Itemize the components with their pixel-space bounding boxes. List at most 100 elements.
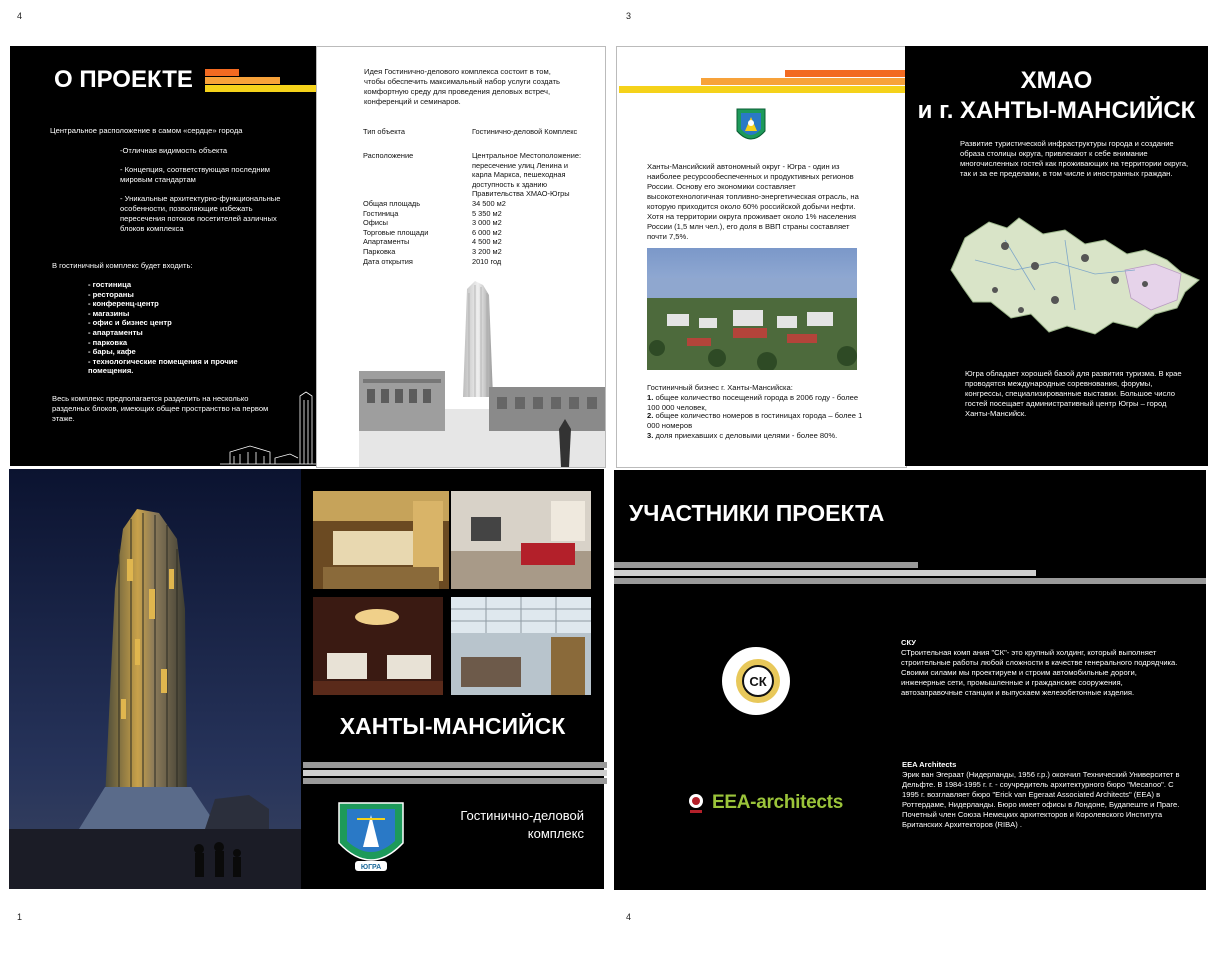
list-item: - конференц-центр (88, 299, 159, 309)
okrug-text: Ханты-Мансийский автономный округ - Югра… (647, 162, 859, 241)
hmao-title-line-1: ХМАО (1020, 67, 1093, 94)
tower-night-photo (9, 469, 301, 889)
row-value: 6 000 м2 (471, 227, 502, 237)
city-panorama-photo (647, 248, 857, 370)
lobby-photo (451, 597, 591, 695)
table-row: Дата открытия 2010 год (363, 257, 588, 267)
light-orange-bar (701, 78, 906, 85)
list-item: - рестораны (88, 289, 134, 299)
yellow-bar (619, 86, 906, 93)
sku-description: СТроительная комп ания "СК"- это крупный… (901, 648, 1178, 697)
cover-subtitle-line-1: Гостинично-деловой (460, 808, 584, 823)
table-row: Офисы 3 000 м2 (363, 218, 588, 228)
stats-text: общее количество номеров в гостиницах го… (647, 411, 863, 430)
row-label: Торговые площади (363, 227, 429, 237)
row-label: Дата открытия (363, 256, 413, 266)
about-point-3: - Уникальные архитектурно-функциональные… (120, 194, 281, 233)
hmao-panel: ХМАО и г. ХАНТЫ-МАНСИЙСК Развитие турист… (905, 46, 1208, 466)
okrug-coat-of-arms-icon (736, 108, 766, 140)
includes-title: В гостиничный комплекс будет входить: (52, 261, 193, 270)
list-item: - офис и бизнес центр (88, 318, 172, 328)
list-item: - гостиница (88, 280, 132, 289)
stats-text: общее количество посещений города в 2006… (647, 393, 859, 412)
table-row: Апартаменты 4 500 м2 (363, 237, 588, 247)
page-number-bottom-left: 1 (17, 912, 23, 922)
row-label: Расположение (363, 151, 414, 160)
gray-stripe (614, 578, 1206, 584)
gray-stripe (303, 762, 607, 768)
list-item: - магазины (88, 308, 130, 318)
region-map-image (950, 217, 1200, 335)
row-label: Парковка (363, 246, 396, 256)
city-title: ХАНТЫ-МАНСИЙСК (339, 713, 566, 739)
emblem-label: ЮГРА (361, 864, 381, 871)
row-label: Тип объекта (363, 127, 405, 136)
page-number-top-right: 3 (626, 11, 632, 21)
gray-stripe (614, 570, 1036, 576)
cover-subtitle: Гостинично-деловой комплекс (441, 807, 584, 843)
table-row: Гостиница 5 350 м2 (363, 209, 588, 219)
table-row: Торговые площади 6 000 м2 (363, 228, 588, 238)
list-item: - апартаменты (88, 327, 143, 337)
ugra-coat-of-arms-icon: ЮГРА (338, 802, 404, 871)
row-value: 4 500 м2 (471, 237, 502, 247)
stats-item-2: 2. общее количество номеров в гостиницах… (647, 411, 865, 431)
participants-panel: УЧАСТНИКИ ПРОЕКТА СК СКУ СТроительная ко… (614, 470, 1206, 890)
table-row: Парковка 3 200 м2 (363, 247, 588, 257)
tower-rendering-image (359, 281, 605, 467)
sku-name: СКУ (901, 638, 917, 647)
list-item: - парковка (88, 337, 128, 347)
sku-logo-letters: СК (749, 674, 766, 689)
row-value: Центральное Местоположение: пересечение … (471, 151, 581, 199)
stats-title: Гостиничный бизнес г. Ханты-Мансийска: (647, 383, 793, 392)
about-title: О ПРОЕКТЕ (54, 66, 193, 93)
info-table: Тип объекта Гостинично-деловой Комплекс Р… (363, 127, 588, 266)
about-point-2: - Концепция, соответствующая последним м… (120, 165, 270, 184)
eea-description: Эрик ван Эгераат (Нидерланды, 1956 г.р.)… (902, 770, 1180, 829)
list-item: - технологические помещения и прочие пом… (88, 356, 238, 376)
gray-stripe (303, 778, 607, 784)
about-point-1: -Отличная видимость объекта (120, 146, 228, 155)
row-value: 34 500 м2 (471, 198, 506, 208)
restaurant-photo (313, 597, 443, 695)
row-label: Апартаменты (363, 237, 410, 247)
page-number-bottom-right: 4 (626, 912, 632, 922)
row-value: 5 350 м2 (471, 208, 502, 218)
hmao-title-line-2: и г. ХАНТЫ-МАНСИЙСК (917, 97, 1196, 124)
idea-text: Идея Гостинично-делового комплекса состо… (364, 67, 560, 106)
table-row: Расположение Центральное Местоположение: … (363, 151, 588, 199)
includes-list: - гостиница - рестораны - конференц-цент… (88, 280, 258, 376)
yellow-bar (205, 85, 316, 92)
cover-panel: ХАНТЫ-МАНСИЙСК ЮГРА Гостинично-деловой к… (301, 469, 607, 889)
row-label: Общая площадь (363, 198, 421, 208)
stats-item-3: 3. доля приехавших с деловыми целями - б… (647, 431, 865, 441)
row-value: 2010 год (471, 256, 502, 266)
sku-logo-icon: СК (722, 647, 790, 715)
eea-emblem-icon (689, 794, 703, 813)
hmao-text-1: Развитие туристической инфраструктуры го… (960, 139, 1189, 178)
row-label: Офисы (363, 218, 388, 228)
hotel-interior-photo-2 (451, 491, 591, 589)
table-row: Тип объекта Гостинично-деловой Комплекс (363, 127, 588, 151)
stats-text: доля приехавших с деловыми целями - боле… (653, 431, 838, 440)
cover-subtitle-line-2: комплекс (527, 826, 584, 841)
hotel-interior-photo-1 (313, 491, 449, 589)
participants-title: УЧАСТНИКИ ПРОЕКТА (629, 500, 885, 526)
row-value: Гостинично-деловой Комплекс (471, 127, 578, 136)
eea-name: EEA Architects (902, 760, 957, 769)
table-row: Общая площадь 34 500 м2 (363, 199, 588, 209)
idea-page: Идея Гостинично-делового комплекса состо… (316, 46, 606, 468)
hmao-title: ХМАО и г. ХАНТЫ-МАНСИЙСК (905, 66, 1208, 126)
page-number-top-left: 4 (17, 11, 23, 21)
row-label: Гостиница (363, 208, 399, 218)
gray-stripe (614, 562, 918, 568)
about-panel: О ПРОЕКТЕ Центральное расположение в сам… (10, 46, 316, 466)
light-orange-bar (205, 77, 280, 84)
hmao-text-2: Югра обладает хорошей базой для развития… (965, 369, 1182, 418)
eea-logo-text: EEA-architects (712, 792, 843, 813)
okrug-page: Ханты-Мансийский автономный округ - Югра… (616, 46, 907, 468)
gray-stripe (303, 770, 607, 776)
row-value: 3 200 м2 (471, 246, 502, 256)
orange-bar (205, 69, 239, 76)
sketch-drawing (220, 391, 316, 465)
